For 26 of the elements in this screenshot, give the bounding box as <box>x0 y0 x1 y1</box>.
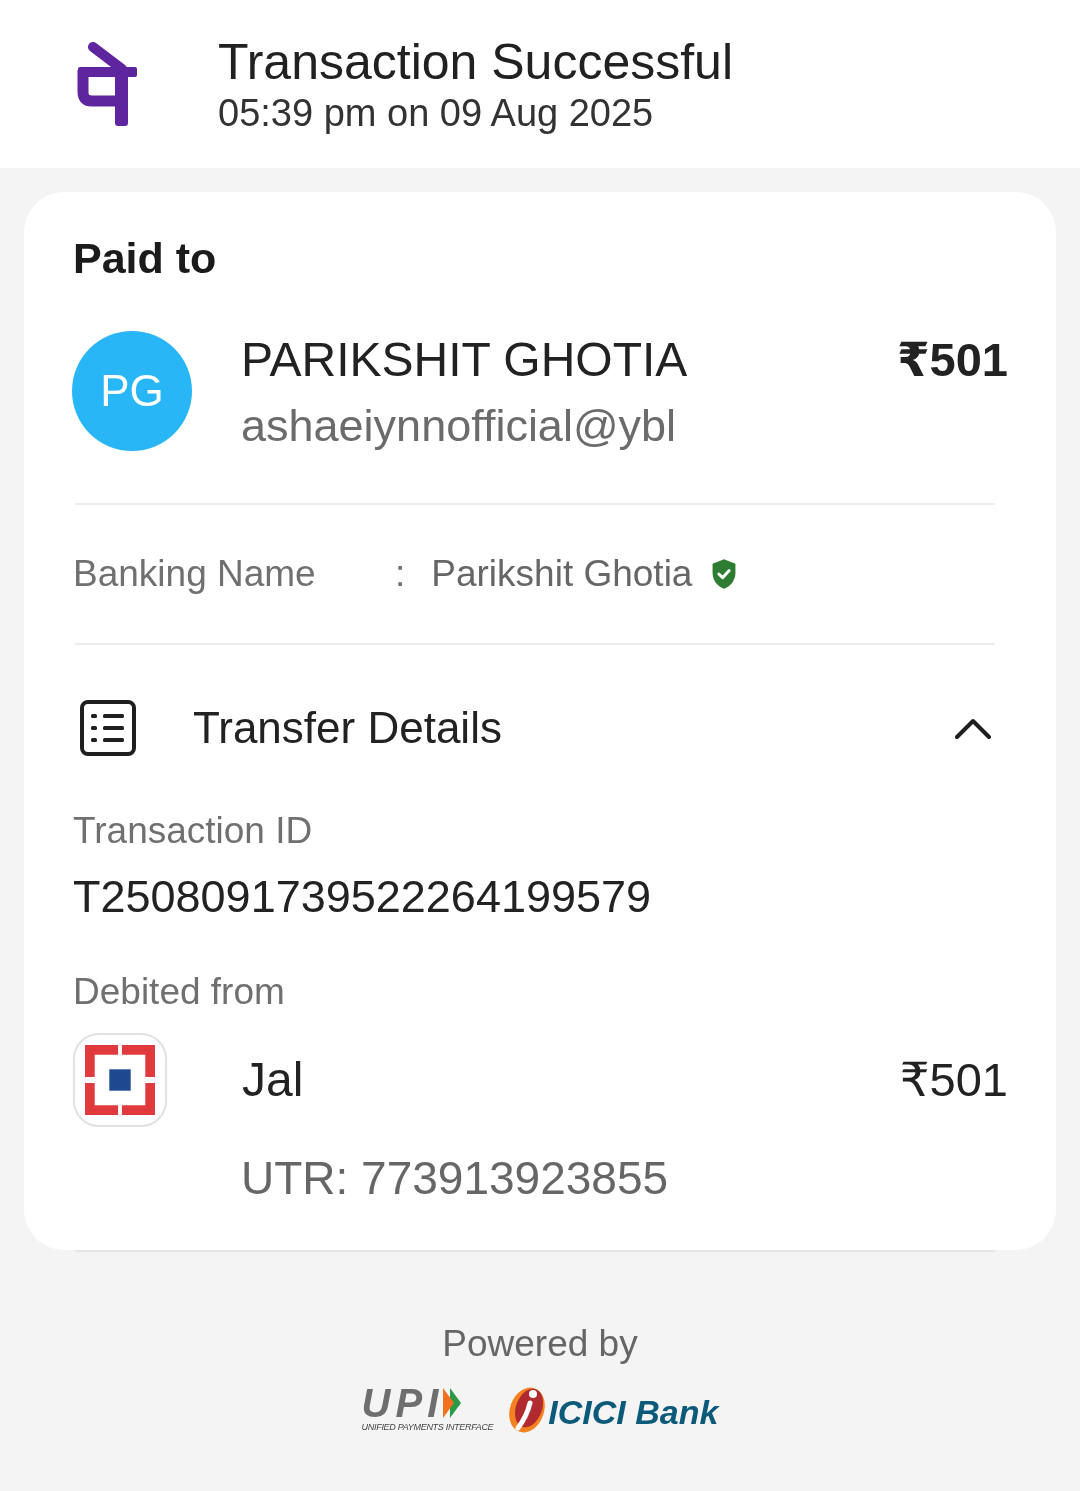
banking-name-value: Parikshit Ghotia <box>431 552 693 597</box>
payee-name: PARIKSHIT GHOTIA <box>241 332 688 388</box>
chevron-up-icon[interactable] <box>955 716 991 740</box>
upi-arrow-icon <box>443 1388 462 1418</box>
logo-icon <box>77 41 137 127</box>
debited-from-label: Debited from <box>73 970 285 1014</box>
transfer-details-title: Transfer Details <box>193 702 502 754</box>
transaction-id-value: T2508091739522264199579 <box>73 871 652 923</box>
upi-logo-text: UPI <box>361 1386 444 1420</box>
utr-number: UTR: 773913923855 <box>241 1151 669 1205</box>
page-title: Transaction Successful <box>218 33 734 91</box>
transaction-timestamp: 05:39 pm on 09 Aug 2025 <box>218 91 654 135</box>
payment-amount: ₹501 <box>896 332 1008 388</box>
bank-name-text: ICICI Bank <box>548 1392 719 1432</box>
paid-to-heading: Paid to <box>73 233 217 284</box>
payee-avatar: PG <box>72 331 192 451</box>
debited-amount: ₹501 <box>899 1051 1008 1108</box>
bank-logo-icon <box>73 1033 167 1127</box>
powered-by-label: Powered by <box>442 1322 638 1366</box>
account-name: Jal <box>242 1052 304 1108</box>
list-document-icon <box>80 700 136 756</box>
upi-tagline: UNIFIED PAYMENTS INTERFACE <box>361 1422 494 1432</box>
banking-name-label: Banking Name <box>73 552 317 597</box>
separator-colon: : <box>395 552 406 597</box>
payee-upi-id: ashaeiynnofficial@ybl <box>241 399 677 453</box>
transaction-id-label: Transaction ID <box>73 809 313 853</box>
